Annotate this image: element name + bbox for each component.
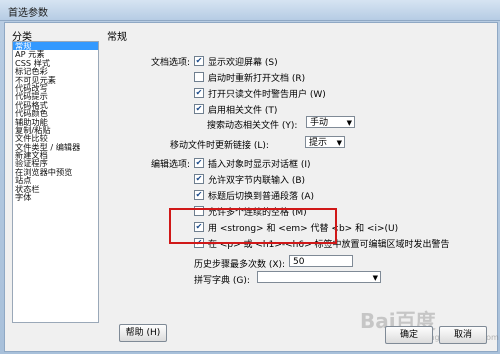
title-bar[interactable]: 首选参数 — [0, 0, 500, 21]
dynamic-files-select[interactable]: 手动 ▼ — [306, 116, 355, 128]
preferences-window: 首选参数 分类 常规 AP 元素 CSS 样式 标记色彩 不可见元素 代码改写 代码提示 代码… — [0, 0, 500, 354]
checkbox-heading-paragraph-label: 标题后切换到普通段落 (A) — [208, 192, 315, 202]
checkbox-insert-dialog-label: 插入对象时显示对话框 (I) — [208, 160, 311, 170]
spelling-dictionary-label: 拼写字典 (G): — [194, 276, 250, 286]
doc-options-label: 文档选项: — [151, 58, 191, 68]
edit-options-label: 编辑选项: — [151, 160, 191, 170]
checkbox-insert-dialog[interactable]: ✔ — [194, 158, 204, 168]
chevron-down-icon: ▼ — [372, 274, 378, 282]
move-files-value: 提示 — [309, 138, 328, 148]
dynamic-files-label: 搜索动态相关文件 (Y): — [207, 121, 298, 131]
ok-button[interactable]: 确定 — [385, 326, 433, 344]
dynamic-files-value: 手动 — [310, 118, 329, 128]
checkbox-heading-paragraph[interactable]: ✔ — [194, 190, 204, 200]
history-steps-input[interactable]: 50 — [289, 255, 353, 267]
category-list[interactable]: 常规 AP 元素 CSS 样式 标记色彩 不可见元素 代码改写 代码提示 代码格式 代码颜色 辅助… — [12, 41, 99, 323]
checkbox-show-welcome[interactable]: ✔ — [194, 56, 204, 66]
checkbox-related-files-label: 启用相关文件 (T) — [208, 106, 278, 116]
checkbox-related-files[interactable]: ✔ — [194, 104, 204, 114]
help-button[interactable]: 帮助 (H) — [119, 324, 167, 342]
dialog-client: 分类 常规 AP 元素 CSS 样式 标记色彩 不可见元素 代码改写 代码提示 代码格式 代码颜… — [4, 22, 499, 352]
window-title: 首选参数 — [8, 8, 48, 19]
checkbox-readonly-warn-label: 打开只读文件时警告用户 (W) — [208, 90, 326, 100]
checkbox-reopen-docs[interactable] — [194, 72, 204, 82]
move-files-label: 移动文件时更新链接 (L): — [170, 141, 269, 151]
checkbox-show-welcome-label: 显示欢迎屏幕 (S) — [208, 58, 278, 68]
highlight-annotation-box — [169, 208, 337, 244]
category-item[interactable]: 字体 — [13, 193, 98, 202]
checkbox-double-byte-label: 允许双字节内联输入 (B) — [208, 176, 306, 186]
section-title: 常规 — [107, 32, 127, 43]
move-files-select[interactable]: 提示 ▼ — [305, 136, 345, 148]
checkbox-reopen-docs-label: 启动时重新打开文档 (R) — [208, 74, 306, 84]
checkbox-double-byte[interactable]: ✔ — [194, 174, 204, 184]
chevron-down-icon: ▼ — [346, 119, 352, 127]
history-steps-label: 历史步骤最多次数 (X): — [194, 260, 286, 270]
chevron-down-icon: ▼ — [336, 139, 342, 147]
checkbox-readonly-warn[interactable]: ✔ — [194, 88, 204, 98]
cancel-button[interactable]: 取消 — [439, 326, 487, 344]
spelling-dictionary-select[interactable]: ▼ — [257, 271, 381, 283]
